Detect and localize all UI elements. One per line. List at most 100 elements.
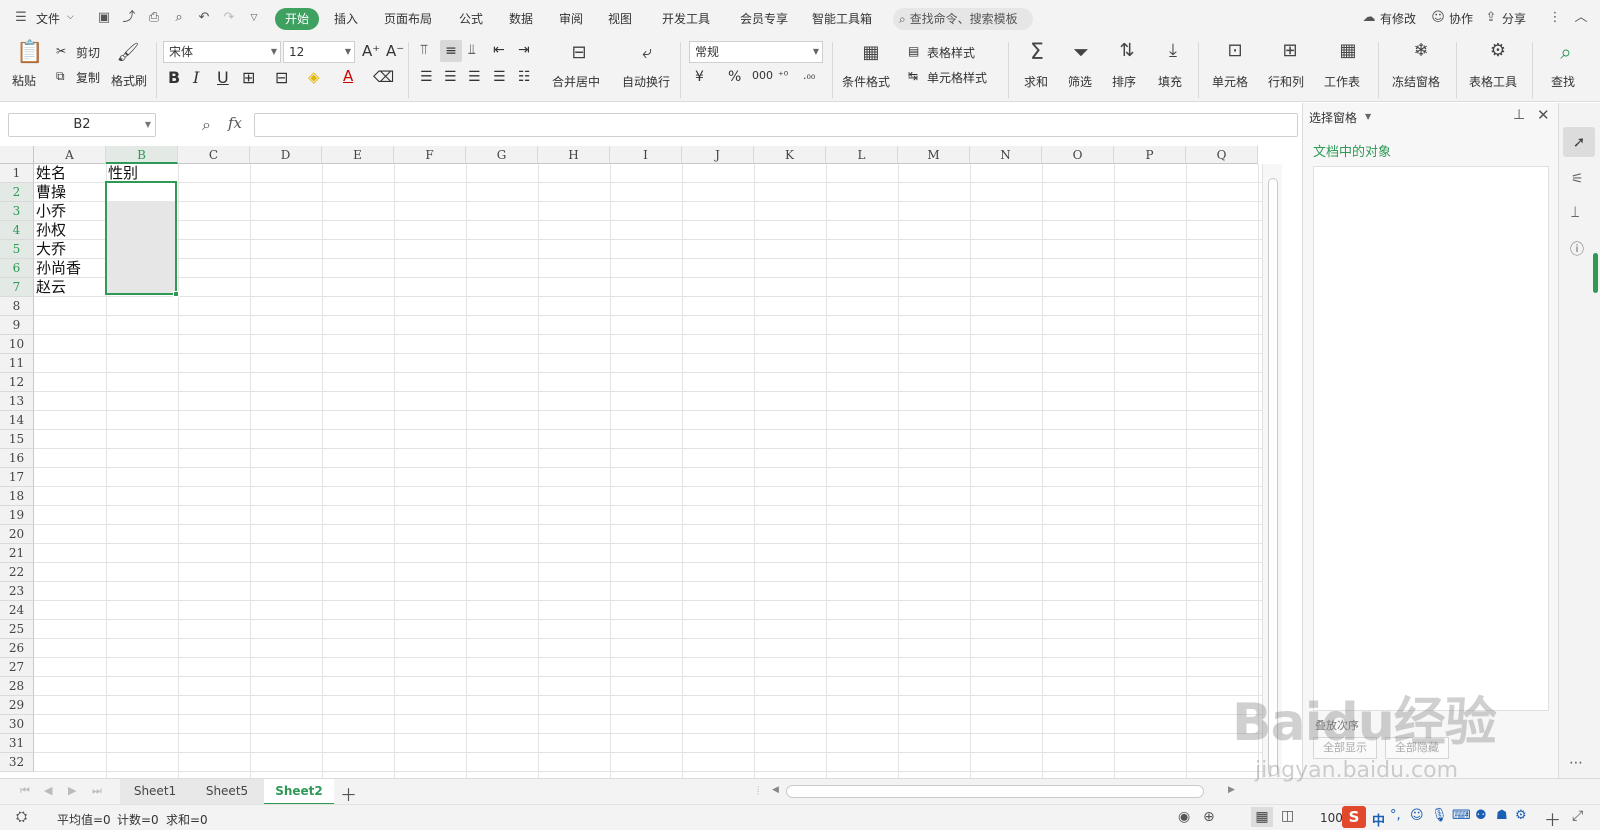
fill-handle[interactable] (173, 291, 179, 297)
cell-icon[interactable]: ⊡ (1222, 40, 1248, 61)
column-header-j[interactable]: J (682, 146, 754, 164)
row-header-6[interactable]: 6 (0, 259, 34, 278)
table-style-button[interactable]: 表格样式 (927, 44, 975, 61)
row-header-21[interactable]: 21 (0, 544, 34, 563)
horizontal-scroll-thumb[interactable] (786, 785, 1204, 798)
quick-access-more-icon[interactable]: ▽ (247, 11, 261, 25)
file-menu[interactable]: 文件 (36, 10, 60, 27)
worksheet-icon[interactable]: ▦ (1335, 40, 1361, 61)
print-icon[interactable]: ⎙ (147, 11, 161, 25)
next-sheet-icon[interactable]: ▶ (68, 784, 76, 797)
tab-smart-toolbox[interactable]: 智能工具箱 (812, 10, 872, 27)
border-icon[interactable]: ⊞ (242, 68, 255, 87)
paste-icon[interactable]: 📋 (16, 40, 43, 66)
column-header-b[interactable]: B (106, 146, 178, 164)
row-header-32[interactable]: 32 (0, 753, 34, 772)
column-header-o[interactable]: O (1042, 146, 1114, 164)
zoom-formula-icon[interactable]: ⌕ (202, 115, 211, 135)
cell-button[interactable]: 单元格 (1212, 73, 1248, 90)
table-tools-icon[interactable]: ⚙ (1485, 40, 1511, 61)
zoom-level[interactable]: 100 (1320, 811, 1343, 825)
row-header-12[interactable]: 12 (0, 373, 34, 392)
row-header-7[interactable]: 7 (0, 278, 34, 297)
cloud-sync-icon[interactable]: ☁ (1362, 11, 1376, 25)
column-header-e[interactable]: E (322, 146, 394, 164)
tab-insert[interactable]: 插入 (334, 10, 358, 27)
table-tools-button[interactable]: 表格工具 (1469, 73, 1517, 90)
row-header-14[interactable]: 14 (0, 411, 34, 430)
toolbox-icon[interactable]: ⚙ (1515, 808, 1527, 823)
user-icon[interactable]: ⚉ (1475, 808, 1487, 823)
increase-decimal-icon[interactable]: ⁺⁰ (778, 69, 788, 82)
align-left-icon[interactable]: ☰ (420, 69, 433, 85)
selection-pane-title[interactable]: 选择窗格 (1309, 109, 1357, 126)
first-sheet-icon[interactable]: ⏮ (20, 784, 30, 798)
sum-button[interactable]: 求和 (1024, 73, 1048, 90)
row-header-31[interactable]: 31 (0, 734, 34, 753)
row-header-13[interactable]: 13 (0, 392, 34, 411)
fx-icon[interactable]: fx (228, 114, 242, 132)
add-sheet-icon[interactable]: ＋ (340, 781, 357, 806)
font-size-select[interactable]: 12 ▼ (283, 41, 355, 63)
cell-style-button[interactable]: 单元格样式 (927, 69, 987, 86)
merge-center-button[interactable]: 合并居中 (552, 73, 600, 90)
help-icon[interactable]: ⓘ (1570, 239, 1584, 259)
crop-icon[interactable]: ⟘ (1571, 205, 1579, 221)
cell-a1[interactable]: 姓名 (36, 164, 66, 183)
fill-color-icon[interactable]: ◈ (308, 68, 320, 86)
objects-list[interactable] (1313, 166, 1549, 711)
layout-icon[interactable]: ⊕ (1203, 809, 1215, 825)
row-header-25[interactable]: 25 (0, 620, 34, 639)
ime-logo-icon[interactable]: S (1342, 806, 1366, 828)
cut-button[interactable]: 剪切 (76, 44, 100, 61)
row-header-20[interactable]: 20 (0, 525, 34, 544)
row-header-10[interactable]: 10 (0, 335, 34, 354)
undo-icon[interactable]: ↶ (197, 11, 211, 25)
find-icon[interactable]: ⌕ (1553, 40, 1579, 64)
row-header-22[interactable]: 22 (0, 563, 34, 582)
ime-mode[interactable]: 中 (1372, 810, 1385, 829)
tab-data[interactable]: 数据 (509, 10, 533, 27)
prev-sheet-icon[interactable]: ◀ (44, 784, 52, 797)
row-header-19[interactable]: 19 (0, 506, 34, 525)
more-horizontal-icon[interactable]: ⋯ (1569, 755, 1583, 771)
row-header-29[interactable]: 29 (0, 696, 34, 715)
redo-icon[interactable]: ↷ (222, 11, 236, 25)
tab-view[interactable]: 视图 (608, 10, 632, 27)
close-icon[interactable]: ✕ (1537, 106, 1550, 124)
sort-button[interactable]: 排序 (1112, 73, 1136, 90)
more-vertical-icon[interactable]: ⋮ (1548, 11, 1562, 25)
format-painter-icon[interactable]: 🖌 (116, 42, 140, 63)
cell-a2[interactable]: 曹操 (36, 183, 66, 202)
copy-button[interactable]: 复制 (76, 69, 100, 86)
align-right-icon[interactable]: ☰ (468, 69, 481, 85)
row-header-18[interactable]: 18 (0, 487, 34, 506)
select-all-corner[interactable] (0, 146, 34, 164)
decrease-decimal-icon[interactable]: .₀₀ (803, 69, 815, 82)
filter-icon[interactable]: ⏷ (1068, 40, 1094, 64)
tab-home[interactable]: 开始 (275, 8, 319, 30)
row-header-24[interactable]: 24 (0, 601, 34, 620)
eraser-icon[interactable]: ⌫ (373, 68, 394, 86)
row-header-17[interactable]: 17 (0, 468, 34, 487)
row-header-5[interactable]: 5 (0, 240, 34, 259)
tab-formula[interactable]: 公式 (459, 10, 483, 27)
align-bottom-icon[interactable]: ⫫ (468, 42, 476, 58)
underline-icon[interactable]: U (217, 68, 229, 87)
thousands-icon[interactable]: 000 (752, 69, 773, 82)
font-grow-icon[interactable]: A⁺ (362, 42, 380, 60)
wrap-text-icon[interactable]: ⤶ (634, 42, 660, 63)
worksheet-button[interactable]: 工作表 (1324, 73, 1360, 90)
tab-member[interactable]: 会员专享 (740, 10, 788, 27)
percent-icon[interactable]: % (728, 69, 741, 85)
share-icon[interactable]: ⇪ (1484, 11, 1498, 25)
conditional-format-button[interactable]: 条件格式 (842, 73, 890, 90)
keyboard-icon[interactable]: ⌨ (1452, 808, 1471, 823)
eye-protection-icon[interactable]: ◉ (1178, 809, 1190, 825)
find-button[interactable]: 查找 (1551, 73, 1575, 90)
spreadsheet-grid[interactable]: ABCDEFGHIJKLMNOPQ 1 2 3 4 5 6 7 8 9 10 11 12 13 14 15 1… (0, 146, 1282, 778)
row-header-8[interactable]: 8 (0, 297, 34, 316)
collab-button[interactable]: 协作 (1449, 10, 1473, 27)
formula-input[interactable] (254, 113, 1298, 137)
export-icon[interactable]: ⤴ (122, 11, 136, 25)
